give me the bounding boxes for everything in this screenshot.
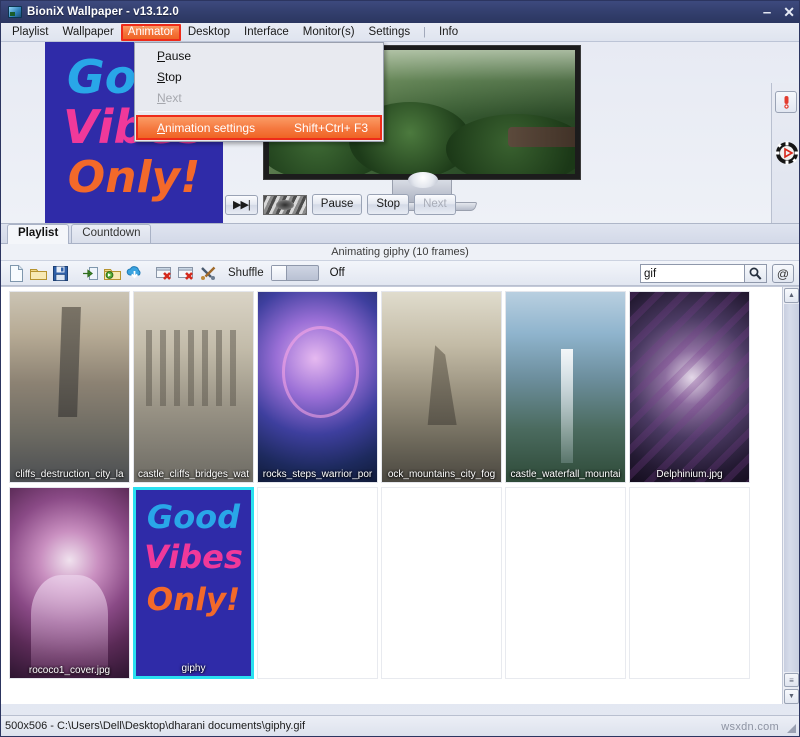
pause-button[interactable]: Pause [312, 194, 363, 215]
playlist-grid-area: cliffs_destruction_city_la castle_cliffs… [1, 286, 799, 704]
skip-to-end-button[interactable]: ▶▶| [225, 195, 258, 215]
menu-item-monitors[interactable]: Monitor(s) [296, 24, 362, 41]
menu-option-next: Next [135, 87, 383, 108]
menu-item-info[interactable]: Info [432, 24, 465, 41]
list-item[interactable]: rococo1_cover.jpg [9, 487, 130, 679]
menu-bar: Playlist Wallpaper Animator Desktop Inte… [1, 23, 799, 42]
list-item[interactable]: ock_mountains_city_fog [381, 291, 502, 483]
online-search-button[interactable]: @ [772, 264, 794, 283]
animation-settings-shortcut: Shift+Ctrl+ F3 [294, 121, 368, 135]
vertical-scrollbar[interactable]: ▲ ≡ ▼ [782, 287, 799, 704]
search-area: gif [640, 264, 767, 283]
resize-grip[interactable] [787, 724, 796, 733]
shuffle-label: Shuffle [228, 267, 264, 279]
scrollbar-thumb[interactable]: ≡ [784, 673, 799, 687]
list-item[interactable]: rocks_steps_warrior_por [257, 291, 378, 483]
menu-item-desktop[interactable]: Desktop [181, 24, 237, 41]
empty-cell [257, 487, 378, 679]
animating-status: Animating giphy (10 frames) [1, 244, 799, 261]
alert-icon[interactable] [775, 91, 797, 113]
list-item[interactable]: cliffs_destruction_city_la [9, 291, 130, 483]
list-item[interactable]: Delphinium.jpg [629, 291, 750, 483]
list-item-caption: cliffs_destruction_city_la [10, 469, 129, 480]
list-item-caption: castle_cliffs_bridges_wat [134, 469, 253, 480]
play-wheel-icon[interactable] [775, 141, 799, 165]
list-item-selected[interactable]: Good Vibes Only! giphy [133, 487, 254, 679]
list-item-caption: Delphinium.jpg [630, 469, 749, 480]
thumb-line-2: Vibes [136, 538, 251, 576]
thumbnail-image [382, 292, 501, 482]
window-controls: – ✕ [763, 1, 795, 23]
animator-dropdown-menu: Pause Stop Next Animation settings Shift… [134, 42, 384, 142]
tools-icon[interactable] [198, 263, 218, 283]
empty-cell [505, 487, 626, 679]
tab-bar: Playlist Countdown [1, 224, 799, 244]
wallpaper-line-3: Only! [45, 152, 223, 203]
thumbnail-image [10, 292, 129, 482]
thumbnail-image [630, 292, 749, 482]
window-title: BioniX Wallpaper - v13.12.0 [27, 6, 179, 18]
add-folder-icon[interactable] [102, 263, 122, 283]
thumb-line-3: Only! [136, 582, 251, 618]
playlist-grid: cliffs_destruction_city_la castle_cliffs… [1, 287, 776, 704]
menu-item-interface[interactable]: Interface [237, 24, 296, 41]
menu-item-animator[interactable]: Animator [121, 24, 181, 41]
watermark: wsxdn.com [721, 721, 779, 733]
thumb-line-1: Good [136, 498, 251, 536]
list-item-caption: ock_mountains_city_fog [382, 469, 501, 480]
empty-cell [381, 487, 502, 679]
menu-separator: | [417, 26, 432, 38]
thumbnail-image [506, 292, 625, 482]
current-frame-thumbnail[interactable] [263, 195, 307, 215]
save-icon[interactable] [50, 263, 70, 283]
bionix-wallpaper-window: BioniX Wallpaper - v13.12.0 – ✕ Playlist… [0, 0, 800, 737]
list-item-caption: rocks_steps_warrior_por [258, 469, 377, 480]
tab-countdown[interactable]: Countdown [71, 224, 151, 243]
scroll-up-button[interactable]: ▲ [784, 288, 799, 303]
close-button[interactable]: ✕ [783, 6, 795, 19]
search-icon[interactable] [745, 264, 767, 283]
shuffle-toggle[interactable] [271, 265, 319, 281]
menu-item-playlist[interactable]: Playlist [5, 24, 55, 41]
status-bar-text: 500x506 - C:\Users\Dell\Desktop\dharani … [5, 720, 305, 732]
playlist-toolbar: Shuffle Off gif @ [1, 261, 799, 286]
scroll-down-button[interactable]: ▼ [784, 689, 799, 704]
minimize-button[interactable]: – [763, 6, 771, 19]
search-input[interactable]: gif [640, 264, 745, 283]
scrollbar-track[interactable] [784, 304, 799, 672]
menu-option-pause[interactable]: Pause [135, 45, 383, 66]
add-image-icon[interactable] [80, 263, 100, 283]
thumbnail-image: Good Vibes Only! [136, 490, 251, 676]
playback-controls: ▶▶| Pause Stop Next [225, 194, 456, 215]
list-item[interactable]: castle_cliffs_bridges_wat [133, 291, 254, 483]
list-item-caption: castle_waterfall_mountai [506, 469, 625, 480]
menu-item-settings[interactable]: Settings [362, 24, 418, 41]
thumbnail-image [134, 292, 253, 482]
stop-button[interactable]: Stop [367, 194, 409, 215]
menu-option-stop[interactable]: Stop [135, 66, 383, 87]
clear-list-icon[interactable] [176, 263, 196, 283]
title-bar: BioniX Wallpaper - v13.12.0 – ✕ [1, 1, 799, 23]
thumbnail-image [10, 488, 129, 678]
shuffle-knob [272, 266, 287, 280]
menu-item-wallpaper[interactable]: Wallpaper [55, 24, 120, 41]
menu-option-animation-settings[interactable]: Animation settings Shift+Ctrl+ F3 [136, 115, 382, 140]
new-playlist-icon[interactable] [6, 263, 26, 283]
tab-playlist[interactable]: Playlist [7, 224, 69, 244]
menu-divider [138, 111, 380, 112]
list-item[interactable]: castle_waterfall_mountai [505, 291, 626, 483]
shuffle-state-label: Off [330, 267, 345, 279]
next-button: Next [414, 194, 456, 215]
thumbnail-image [258, 292, 377, 482]
download-cloud-icon[interactable] [124, 263, 144, 283]
status-bar: 500x506 - C:\Users\Dell\Desktop\dharani … [1, 715, 799, 736]
remove-image-icon[interactable] [154, 263, 174, 283]
open-folder-icon[interactable] [28, 263, 48, 283]
list-item-caption: rococo1_cover.jpg [10, 665, 129, 676]
app-icon [8, 6, 22, 18]
empty-cell [629, 487, 750, 679]
side-rail [771, 83, 799, 224]
preview-panel: Good Vibes Only! ▶▶| Pause Stop Ne [1, 42, 799, 224]
list-item-caption: giphy [136, 663, 251, 674]
